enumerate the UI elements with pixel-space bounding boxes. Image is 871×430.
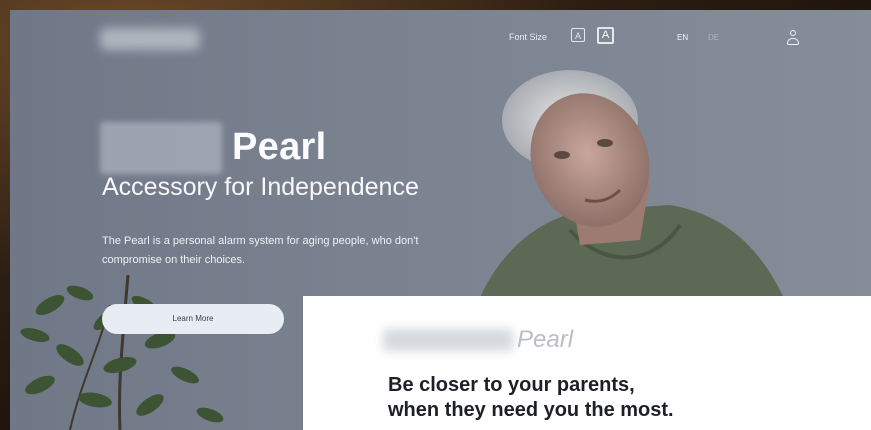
elderly-woman-portrait [470, 70, 795, 325]
hero-description: The Pearl is a personal alarm system for… [102, 235, 419, 266]
font-size-large-button[interactable]: A [597, 27, 614, 44]
language-en-link[interactable]: EN [677, 33, 688, 42]
user-icon[interactable] [786, 30, 800, 46]
card-logo-blurred [383, 329, 513, 351]
user-icon-head [790, 30, 796, 36]
font-size-small-button[interactable]: A [571, 28, 585, 42]
language-de-link[interactable]: DE [708, 33, 719, 42]
hero-title: Pearl [232, 126, 327, 168]
site-logo-blurred[interactable] [100, 28, 200, 50]
card-headline-line1: Be closer to your parents, [388, 374, 635, 396]
promo-card: Pearl Be closer to your parents, when th… [303, 296, 871, 430]
brand-logo-blurred [100, 122, 222, 174]
user-icon-body [787, 38, 799, 45]
card-headline-line2: when they need you the most. [388, 399, 674, 421]
card-brand: Pearl [517, 326, 574, 353]
plant-foliage [20, 274, 224, 430]
backdrop: Font Size A A EN DE Pearl Accessory for … [0, 0, 871, 430]
hero-subtitle: Accessory for Independence [102, 173, 419, 201]
font-size-label: Font Size [509, 32, 548, 42]
card-headline: Be closer to your parents, when they nee… [388, 373, 828, 423]
learn-more-button[interactable]: Learn More [102, 304, 284, 334]
